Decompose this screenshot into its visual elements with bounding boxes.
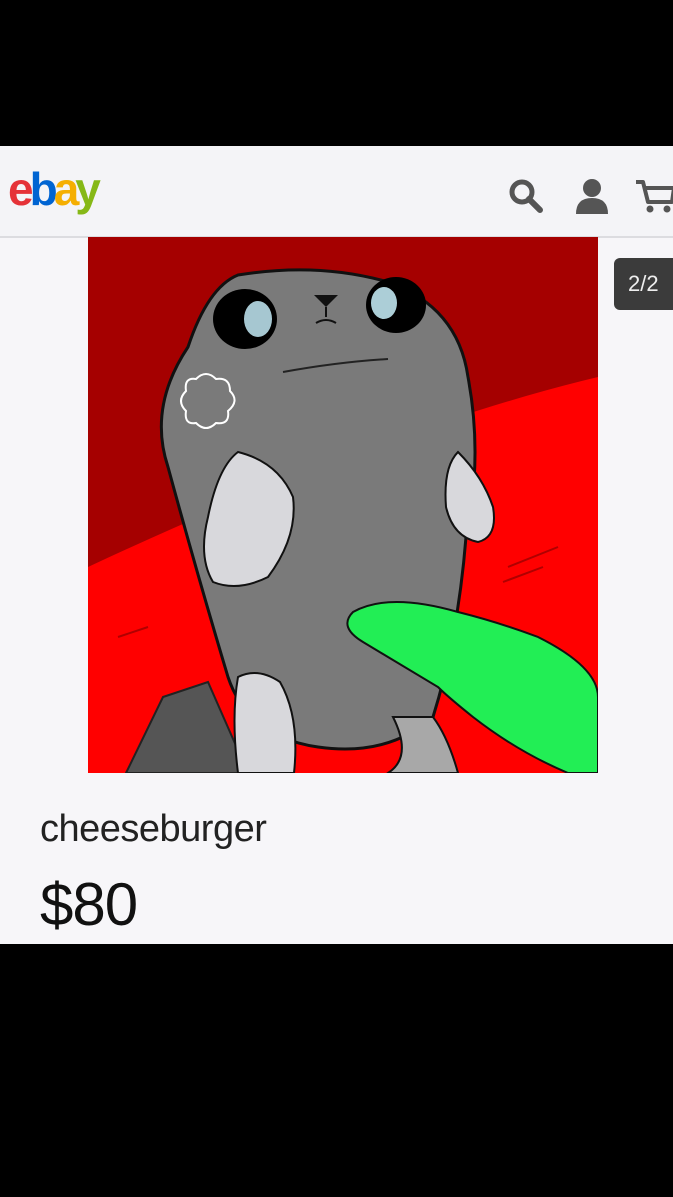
image-counter-badge: 2/2 xyxy=(614,258,673,310)
letterbox-bottom xyxy=(0,944,673,1197)
logo-letter-e: e xyxy=(8,163,34,215)
ebay-logo[interactable]: ebay xyxy=(8,163,101,215)
logo-letter-a: a xyxy=(53,163,80,215)
cart-icon[interactable] xyxy=(634,176,673,216)
ebay-listing-screen: ebay 2/2 cheeseburger $80 xyxy=(0,146,673,944)
logo-letter-b: b xyxy=(29,163,58,215)
listing-title[interactable]: cheeseburger xyxy=(40,808,267,851)
search-icon[interactable] xyxy=(506,176,546,216)
logo-letter-y: y xyxy=(75,163,101,215)
listing-price: $80 xyxy=(40,871,138,938)
letterbox-top xyxy=(0,0,673,146)
app-header: ebay xyxy=(0,146,673,238)
product-image[interactable] xyxy=(88,237,598,773)
user-icon[interactable] xyxy=(572,176,612,216)
